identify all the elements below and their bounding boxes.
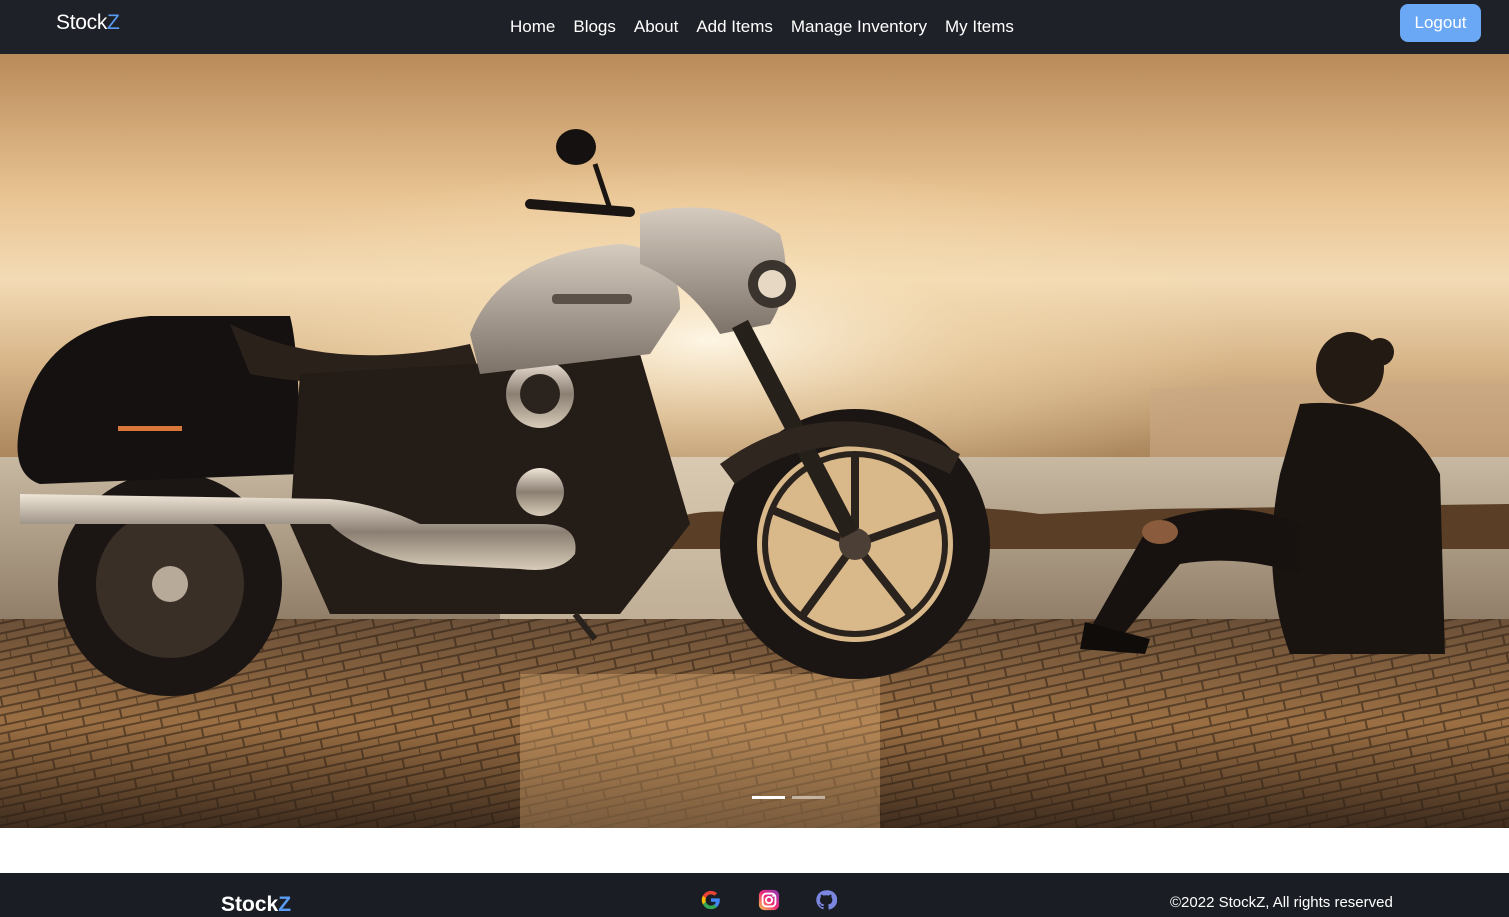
brand-name: Stock [56, 11, 108, 34]
top-navbar: StockZ Home Blogs About Add Items Manage… [0, 0, 1509, 54]
hero-image [0, 54, 1509, 828]
footer-brand-accent: Z [278, 893, 292, 916]
github-icon[interactable] [815, 889, 837, 911]
nav-links: Home Blogs About Add Items Manage Invent… [510, 0, 1032, 54]
footer: StockZ ©2022 StockZ, All rights reserved [0, 873, 1509, 917]
brand-accent: Z [107, 11, 120, 34]
nav-link-blogs[interactable]: Blogs [573, 17, 616, 37]
nav-link-home[interactable]: Home [510, 17, 555, 37]
carousel-indicators [752, 796, 825, 799]
nav-link-manage-inventory[interactable]: Manage Inventory [791, 17, 927, 37]
brand-logo[interactable]: StockZ [56, 11, 120, 35]
copyright-text: ©2022 StockZ, All rights reserved [1170, 894, 1393, 911]
carousel-indicator-2[interactable] [792, 796, 825, 799]
hero-carousel [0, 54, 1509, 828]
nav-link-about[interactable]: About [634, 17, 678, 37]
footer-brand-name: Stock [221, 893, 279, 916]
instagram-icon[interactable] [758, 889, 780, 911]
logout-button[interactable]: Logout [1400, 4, 1481, 42]
footer-brand[interactable]: StockZ [221, 893, 291, 917]
nav-link-my-items[interactable]: My Items [945, 17, 1014, 37]
nav-link-add-items[interactable]: Add Items [696, 17, 773, 37]
carousel-indicator-1[interactable] [752, 796, 785, 799]
google-icon[interactable] [700, 889, 722, 911]
